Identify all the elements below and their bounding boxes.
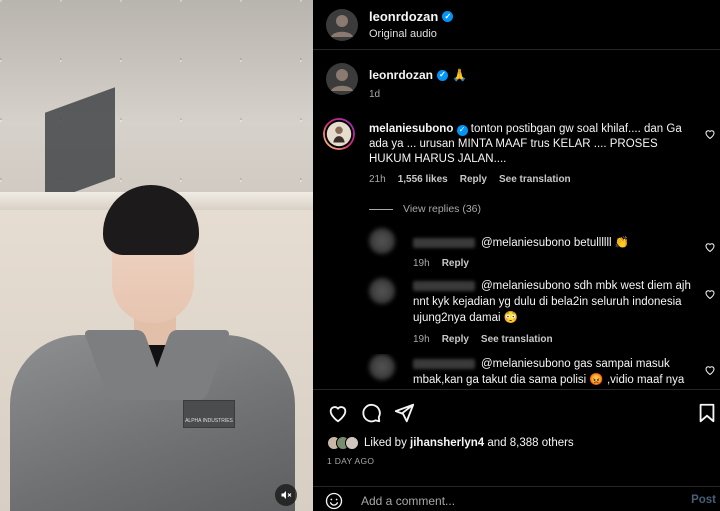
view-replies-button[interactable]: View replies (36) — [369, 203, 481, 215]
post-date[interactable]: 1 DAY AGO — [327, 456, 374, 466]
comment-body: melaniesubono ✓ tonton postibgan gw soal… — [369, 122, 699, 167]
comment-time[interactable]: 21h — [369, 174, 386, 185]
post-panel: leonrdozan ✓ Original audio leonrdozan ✓… — [313, 0, 720, 511]
audio-label[interactable]: Original audio — [369, 28, 437, 40]
liker-avatar — [345, 436, 359, 450]
likes-text: Liked by jihansherlyn4 and 8,388 others — [364, 437, 574, 449]
reply-body: @melaniesubono gas sampai masuk mbak,kan… — [413, 356, 703, 388]
like-reply-heart-icon[interactable] — [704, 241, 716, 253]
comment-input[interactable] — [361, 492, 661, 510]
comment-avatar[interactable] — [323, 118, 355, 150]
reply-avatar[interactable] — [369, 228, 395, 254]
reel-video[interactable]: ALPHA INDUSTRIES — [0, 0, 313, 511]
like-heart-icon[interactable] — [327, 402, 349, 424]
reply-body: @melaniesubono sdh mbk west diem ajh nnt… — [413, 278, 703, 326]
share-send-icon[interactable] — [393, 402, 415, 424]
see-translation-button[interactable]: See translation — [481, 334, 553, 345]
likes-summary[interactable]: Liked by jihansherlyn4 and 8,388 others — [327, 436, 574, 450]
reply-username-blurred[interactable] — [413, 280, 475, 291]
liker-avatars — [327, 436, 359, 450]
view-replies-label[interactable]: View replies (36) — [403, 203, 481, 215]
hair — [103, 185, 199, 255]
reply-avatar[interactable] — [369, 354, 395, 380]
author-username-text[interactable]: leonrdozan — [369, 9, 438, 24]
reply-meta: 19h Reply — [413, 258, 469, 269]
save-bookmark-icon[interactable] — [696, 402, 718, 424]
reply-time[interactable]: 19h — [413, 258, 430, 269]
caption: leonrdozan ✓ 🙏 — [369, 68, 467, 82]
jacket-patch: ALPHA INDUSTRIES — [183, 400, 235, 428]
post-comment-button[interactable]: Post — [691, 494, 716, 506]
view-replies-line — [369, 208, 393, 210]
emoji-smiley-icon[interactable] — [325, 492, 343, 510]
post-actions: Liked by jihansherlyn4 and 8,388 others … — [313, 389, 720, 511]
author-username[interactable]: leonrdozan ✓ — [369, 9, 454, 24]
reply-meta: 19h Reply See translation — [413, 334, 553, 345]
reply-username-blurred[interactable] — [413, 358, 475, 369]
see-translation-button[interactable]: See translation — [499, 174, 571, 185]
likes-suffix[interactable]: and 8,388 others — [484, 437, 573, 449]
verified-badge-icon: ✓ — [456, 124, 468, 136]
reply-button[interactable]: Reply — [460, 174, 487, 185]
reply-button[interactable]: Reply — [442, 334, 469, 345]
speaker-muted-icon — [281, 491, 292, 499]
likes-prefix: Liked by — [364, 437, 411, 449]
mute-button[interactable] — [275, 484, 297, 506]
like-reply-heart-icon[interactable] — [704, 288, 716, 300]
reply-username-blurred[interactable] — [413, 237, 475, 248]
caption-time[interactable]: 1d — [369, 89, 380, 100]
reply-time[interactable]: 19h — [413, 334, 430, 345]
reply-button[interactable]: Reply — [442, 258, 469, 269]
reply-avatar[interactable] — [369, 278, 395, 304]
reply-item: @melaniesubono gas sampai masuk mbak,kan… — [313, 354, 720, 388]
liker-username[interactable]: jihansherlyn4 — [410, 437, 484, 449]
caption-username[interactable]: leonrdozan — [369, 68, 433, 82]
comment-username[interactable]: melaniesubono — [369, 123, 453, 135]
comment-bubble-icon[interactable] — [360, 402, 382, 424]
reply-body: @melaniesubono betullllll 👏 — [413, 236, 703, 251]
verified-badge-icon: ✓ — [437, 69, 449, 81]
like-comment-heart-icon[interactable] — [704, 128, 716, 140]
comment-likes[interactable]: 1,556 likes — [398, 174, 448, 185]
author-avatar[interactable] — [325, 8, 359, 42]
post-header: leonrdozan ✓ Original audio — [313, 0, 720, 50]
like-reply-heart-icon[interactable] — [704, 364, 716, 376]
caption-avatar[interactable] — [325, 62, 359, 96]
reply-text: @melaniesubono betullllll 👏 — [481, 237, 630, 249]
verified-badge-icon: ✓ — [442, 11, 454, 22]
caption-emoji: 🙏 — [452, 68, 467, 82]
comment-meta: 21h 1,556 likes Reply See translation — [369, 174, 571, 185]
video-subject: ALPHA INDUSTRIES — [0, 185, 313, 511]
add-comment-bar: Post — [313, 486, 720, 511]
